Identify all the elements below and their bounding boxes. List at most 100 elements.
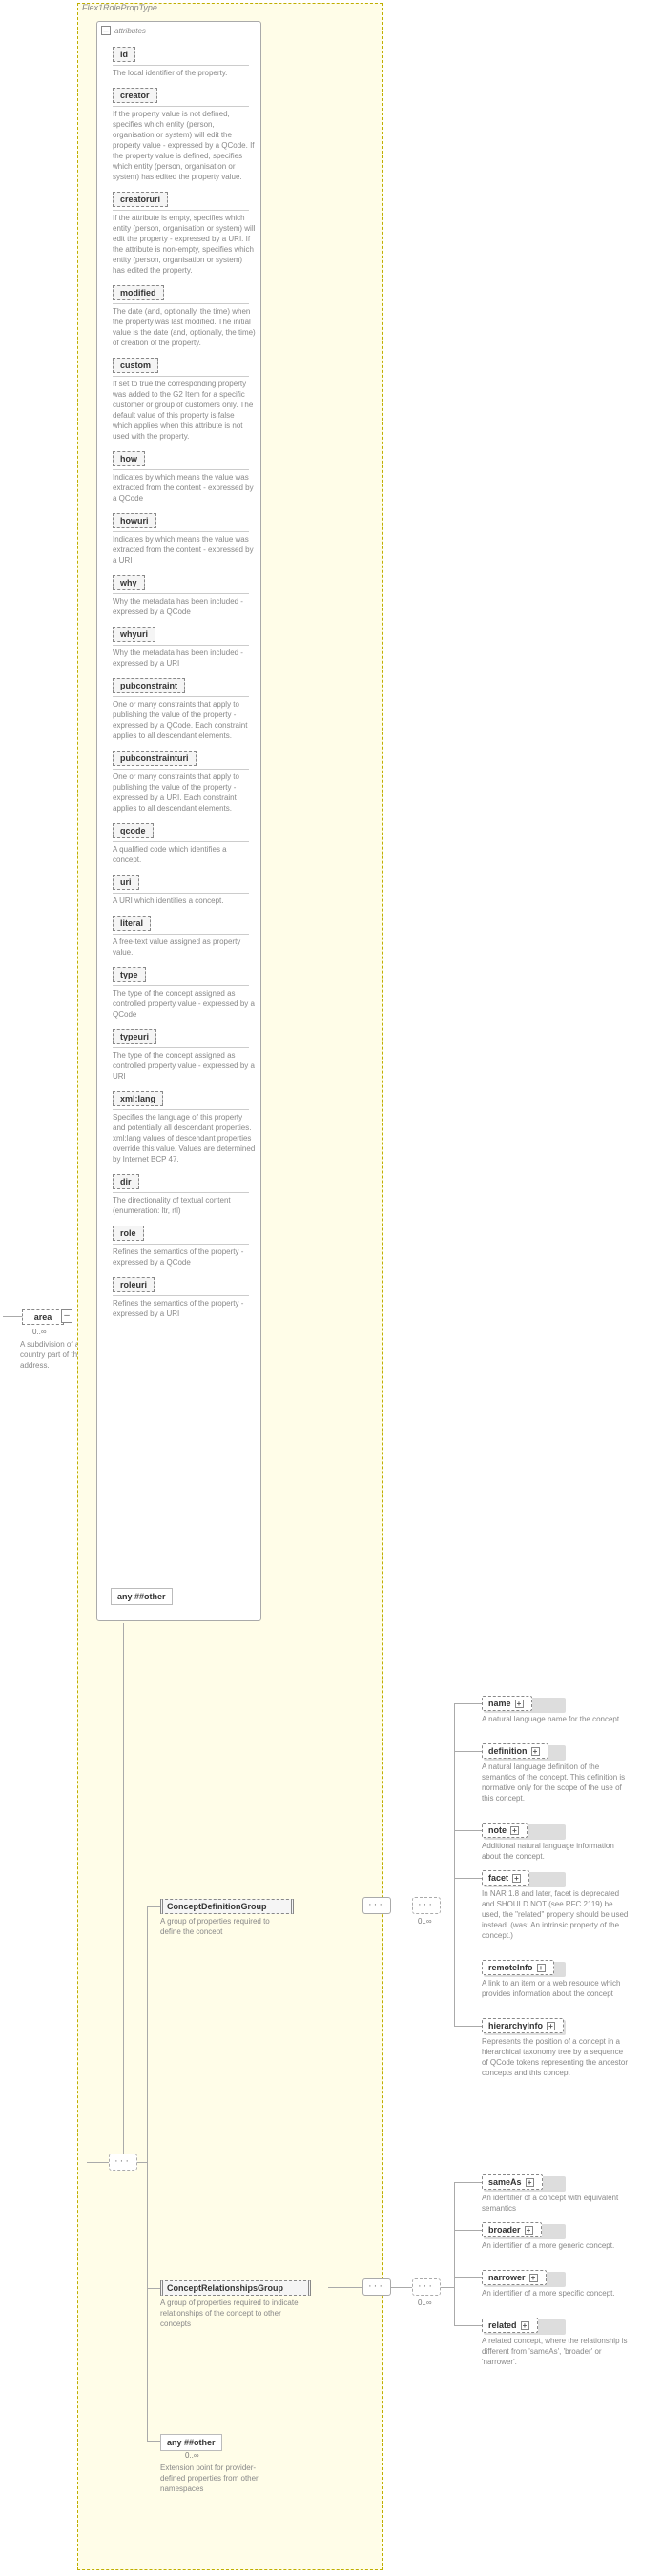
attribute-uri: uriA URI which identifies a concept. (113, 875, 256, 906)
attributes-column: idThe local identifier of the property.c… (113, 47, 256, 1329)
connector (454, 1751, 482, 1752)
expand-icon[interactable]: + (537, 1964, 546, 1972)
attribute-desc: Specifies the language of this property … (113, 1112, 256, 1164)
element-label: definition (488, 1746, 528, 1756)
attribute-name: literal (113, 916, 151, 931)
rel-choice-compositor (412, 2278, 441, 2296)
attribute-pubconstrainturi: pubconstrainturiOne or many constraints … (113, 751, 256, 814)
element-label: sameAs (488, 2177, 522, 2187)
divider (113, 645, 249, 646)
element-facet[interactable]: facet+ (482, 1870, 529, 1886)
connector (454, 2182, 482, 2183)
divider (113, 934, 249, 935)
attribute-name: creatoruri (113, 192, 168, 207)
element-definition[interactable]: definition+ (482, 1743, 548, 1759)
attribute-whyuri: whyuriWhy the metadata has been included… (113, 627, 256, 669)
attribute-name: custom (113, 358, 158, 373)
attribute-why: whyWhy the metadata has been included - … (113, 575, 256, 617)
attribute-howuri: howuriIndicates by which means the value… (113, 513, 256, 566)
area-label: area (34, 1312, 52, 1322)
expand-icon[interactable]: + (525, 2226, 533, 2235)
attribute-desc: A URI which identifies a concept. (113, 896, 256, 906)
element-sameAs[interactable]: sameAs + (482, 2174, 543, 2190)
attribute-name: qcode (113, 823, 154, 838)
area-element: area (22, 1309, 64, 1325)
attribute-modified: modifiedThe date (and, optionally, the t… (113, 285, 256, 348)
expand-icon[interactable]: + (510, 1826, 519, 1835)
divider (113, 841, 249, 842)
element-related[interactable]: related + (482, 2318, 538, 2333)
connector (454, 2026, 482, 2027)
divider (113, 1192, 249, 1193)
attribute-desc: A free-text value assigned as property v… (113, 937, 256, 958)
rel-compositor (362, 2278, 391, 2296)
element-label: name (488, 1699, 511, 1708)
any-other-element: any ##other (160, 2434, 222, 2451)
divider (113, 593, 249, 594)
element-narrower[interactable]: narrower+ (482, 2270, 547, 2285)
divider (113, 1047, 249, 1048)
connector (123, 1623, 124, 2154)
element-label: related (488, 2320, 517, 2330)
concept-relationships-group-desc: A group of properties required to indica… (160, 2298, 303, 2329)
element-desc: An identifier of a more generic concept. (482, 2240, 630, 2251)
element-desc: In NAR 1.8 and later, facet is deprecate… (482, 1888, 630, 1941)
attribute-name: typeuri (113, 1029, 156, 1044)
attribute-name: dir (113, 1174, 139, 1189)
divider (113, 210, 249, 211)
element-desc: A natural language name for the concept. (482, 1714, 630, 1724)
attribute-name: creator (113, 88, 157, 103)
attribute-qcode: qcodeA qualified code which identifies a… (113, 823, 256, 865)
attribute-desc: If set to true the corresponding propert… (113, 379, 256, 442)
def-compositor (362, 1897, 391, 1914)
divider (113, 696, 249, 697)
attribute-name: pubconstraint (113, 678, 185, 693)
element-desc: A natural language definition of the sem… (482, 1762, 630, 1803)
attribute-desc: The type of the concept assigned as cont… (113, 1050, 256, 1082)
type-title: Flex1RolePropType (82, 3, 157, 12)
attribute-creator: creator If the property value is not defi… (113, 88, 256, 182)
attribute-name: xml:lang (113, 1091, 163, 1106)
attribute-desc: One or many constraints that apply to pu… (113, 772, 256, 814)
divider (113, 769, 249, 770)
expand-icon[interactable]: + (515, 1700, 524, 1708)
element-label: note (488, 1825, 507, 1835)
divider (113, 376, 249, 377)
divider (113, 106, 249, 107)
connector (137, 2162, 147, 2163)
attribute-name: id (113, 47, 135, 62)
area-expand[interactable]: – (61, 1309, 72, 1323)
element-desc: A related concept, where the relationshi… (482, 2336, 630, 2367)
divider (113, 893, 249, 894)
connector (441, 2287, 454, 2288)
attribute-desc: If the property value is not defined, sp… (113, 109, 256, 182)
connector (454, 1830, 482, 1831)
element-name[interactable]: name + (482, 1696, 532, 1711)
element-hierarchyInfo[interactable]: hierarchyInfo+ (482, 2018, 564, 2033)
attribute-desc: Refines the semantics of the property - … (113, 1298, 256, 1319)
attribute-desc: Indicates by which means the value was e… (113, 472, 256, 504)
expand-icon[interactable]: + (526, 2178, 534, 2187)
element-label: broader (488, 2225, 521, 2235)
attribute-name: howuri (113, 513, 156, 528)
expand-icon[interactable]: + (547, 2022, 555, 2030)
expand-icon[interactable]: + (529, 2274, 538, 2282)
divider (113, 1109, 249, 1110)
connector (454, 2182, 455, 2325)
element-note[interactable]: note+ (482, 1823, 528, 1838)
connector (147, 2288, 160, 2289)
attributes-toggle[interactable]: – (101, 26, 111, 35)
concept-definition-group: ConceptDefinitionGroup (160, 1899, 294, 1914)
divider (113, 1295, 249, 1296)
def-choice-occurrence: 0..∞ (418, 1917, 432, 1926)
diagram-canvas: area – 0..∞ A subdivision of a country p… (0, 0, 662, 2576)
expand-icon[interactable]: + (531, 1747, 540, 1756)
expand-icon[interactable]: + (512, 1874, 521, 1883)
attribute-name: whyuri (113, 627, 155, 642)
divider (113, 469, 249, 470)
connector (3, 1316, 22, 1317)
attributes-panel: – attributes idThe local identifier of t… (96, 21, 261, 1621)
expand-icon[interactable]: + (521, 2321, 529, 2330)
element-remoteInfo[interactable]: remoteInfo+ (482, 1960, 554, 1975)
element-broader[interactable]: broader + (482, 2222, 542, 2237)
